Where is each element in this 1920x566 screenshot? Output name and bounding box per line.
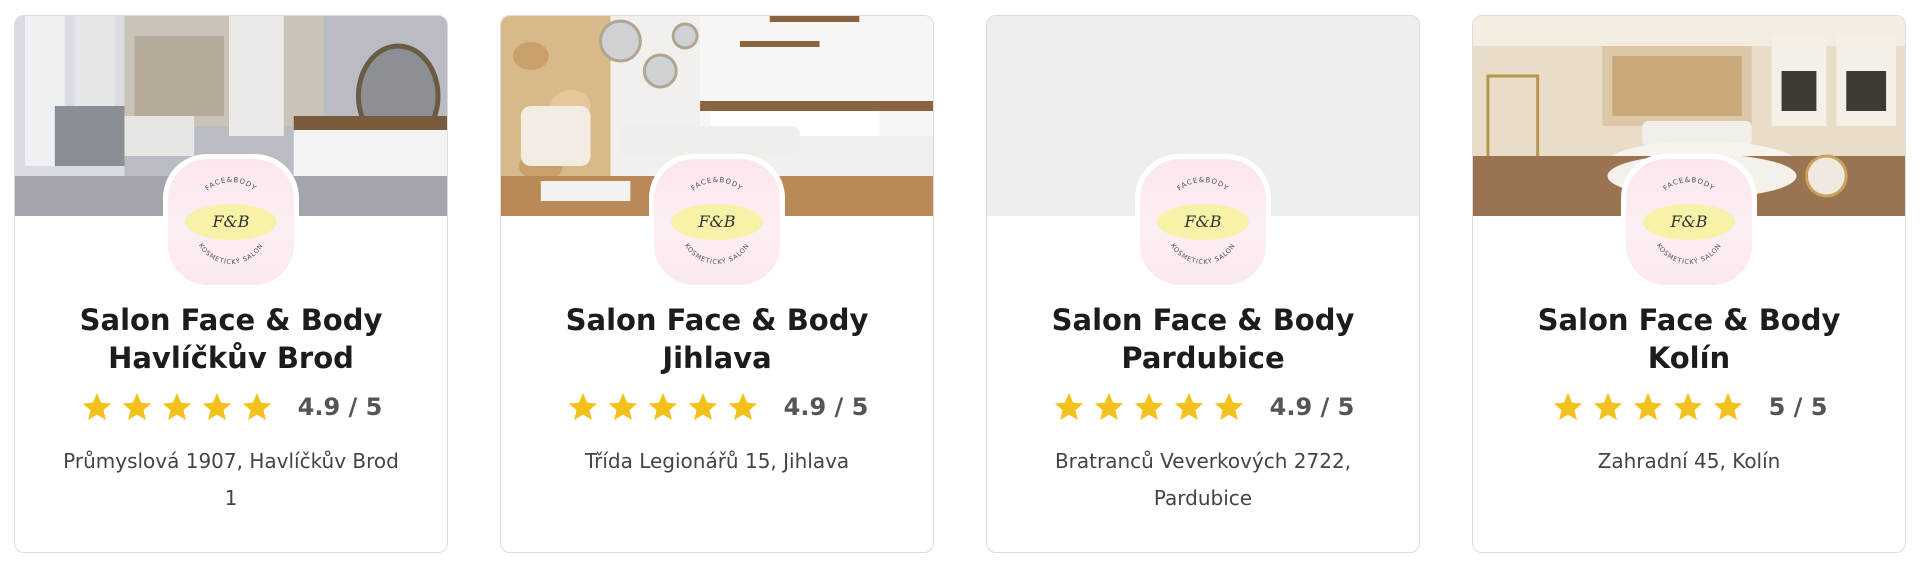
salon-name-line2: Jihlava [662,341,772,375]
star-icon [608,392,637,421]
salon-name-line1: Salon Face & Body [79,303,383,337]
star-icon [1174,392,1203,421]
brand-logo: FACE&BODY F&B KOSMETICKÝ SALON [1621,154,1757,290]
salon-card-jihlava[interactable]: FACE&BODY F&B KOSMETICKÝ SALON Salon Fac… [500,15,934,553]
svg-text:KOSMETICKÝ SALON: KOSMETICKÝ SALON [1169,242,1237,266]
brand-logo: FACE&BODY F&B KOSMETICKÝ SALON [163,154,299,290]
star-icon [1713,392,1742,421]
salon-card-list: FACE&BODY F&B KOSMETICKÝ SALON Salon Fac… [14,15,1906,553]
star-rating [1551,390,1745,424]
salon-address: Třída Legionářů 15, Jihlava [584,449,850,473]
salon-name-line1: Salon Face & Body [565,303,869,337]
star-icon [568,392,597,421]
star-icon [1054,392,1083,421]
star-icon [1134,392,1163,421]
star-icon [1673,392,1702,421]
salon-name-line1: Salon Face & Body [1051,303,1355,337]
svg-text:F&B: F&B [697,212,735,231]
salon-address: Bratranců Veverkových 2722, Pardubice [1054,449,1352,510]
star-rating [566,390,760,424]
star-icon [1553,392,1582,421]
star-icon [1214,392,1243,421]
star-icon [1633,392,1662,421]
star-icon [162,392,191,421]
salon-name: Salon Face & Body Kolín [1473,301,1905,377]
rating-score: 4.9 / 5 [1269,393,1355,421]
salon-name: Salon Face & Body Havlíčkův Brod [15,301,447,377]
svg-text:F&B: F&B [1183,212,1221,231]
star-rating [80,390,274,424]
svg-text:FACE&BODY: FACE&BODY [1176,176,1230,193]
star-icon [648,392,677,421]
salon-address: Zahradní 45, Kolín [1597,449,1781,473]
rating-score: 4.9 / 5 [783,393,869,421]
star-icon [202,392,231,421]
brand-logo: FACE&BODY F&B KOSMETICKÝ SALON [1135,154,1271,290]
svg-text:F&B: F&B [1669,212,1707,231]
svg-text:FACE&BODY: FACE&BODY [204,176,258,193]
star-icon [82,392,111,421]
salon-card-kolin[interactable]: FACE&BODY F&B KOSMETICKÝ SALON Salon Fac… [1472,15,1906,553]
rating-score: 4.9 / 5 [297,393,383,421]
svg-text:FACE&BODY: FACE&BODY [1662,176,1716,193]
star-rating [1052,390,1246,424]
svg-text:KOSMETICKÝ SALON: KOSMETICKÝ SALON [683,242,751,266]
svg-text:F&B: F&B [211,212,249,231]
star-icon [728,392,757,421]
star-icon [1094,392,1123,421]
svg-text:KOSMETICKÝ SALON: KOSMETICKÝ SALON [197,242,265,266]
salon-name-line2: Pardubice [1121,341,1285,375]
salon-card-havlickuv-brod[interactable]: FACE&BODY F&B KOSMETICKÝ SALON Salon Fac… [14,15,448,553]
salon-card-pardubice[interactable]: FACE&BODY F&B KOSMETICKÝ SALON Salon Fac… [986,15,1420,553]
svg-text:KOSMETICKÝ SALON: KOSMETICKÝ SALON [1655,242,1723,266]
star-icon [688,392,717,421]
salon-name: Salon Face & Body Jihlava [501,301,933,377]
brand-logo: FACE&BODY F&B KOSMETICKÝ SALON [649,154,785,290]
star-icon [122,392,151,421]
rating: 4.9 / 5 [987,387,1419,427]
star-icon [242,392,271,421]
salon-name-line1: Salon Face & Body Kolín [1537,303,1841,375]
rating: 4.9 / 5 [501,387,933,427]
rating: 5 / 5 [1473,387,1905,427]
svg-text:FACE&BODY: FACE&BODY [690,176,744,193]
star-icon [1593,392,1622,421]
salon-name-line2: Havlíčkův Brod [108,341,354,375]
salon-name: Salon Face & Body Pardubice [987,301,1419,377]
salon-address: Průmyslová 1907, Havlíčkův Brod 1 [63,449,399,510]
rating: 4.9 / 5 [15,387,447,427]
rating-score: 5 / 5 [1768,393,1828,421]
